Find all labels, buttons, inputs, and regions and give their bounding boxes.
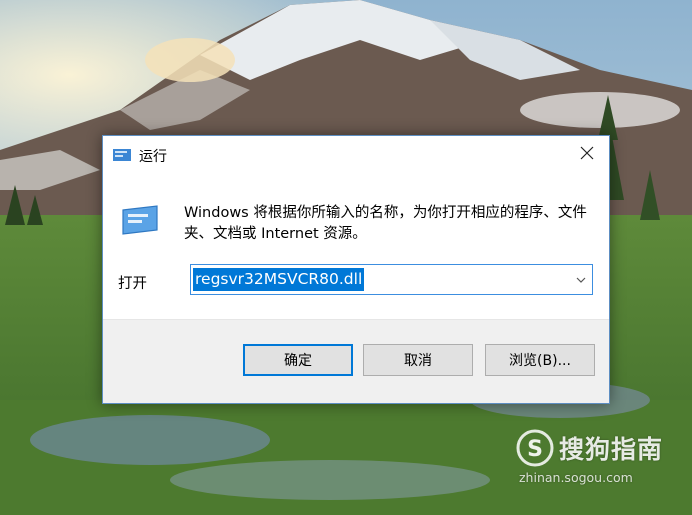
browse-button[interactable]: 浏览(B)... — [485, 344, 595, 376]
dropdown-arrow-icon — [576, 277, 586, 283]
command-combobox[interactable]: regsvr32MSVCR80.dll — [190, 264, 593, 295]
run-app-icon — [113, 149, 131, 161]
open-label: 打开 — [118, 276, 147, 292]
sogou-logo-icon: S — [516, 429, 554, 467]
close-icon — [580, 146, 594, 160]
ok-button[interactable]: 确定 — [243, 344, 353, 376]
button-bar: 确定 取消 浏览(B)... — [103, 319, 609, 403]
title-bar[interactable]: 运行 — [103, 136, 609, 172]
watermark: S 搜狗指南 zhinan.sogou.com — [515, 428, 685, 488]
cancel-button[interactable]: 取消 — [363, 344, 473, 376]
dropdown-button[interactable] — [570, 265, 592, 294]
svg-text:S: S — [527, 437, 543, 462]
watermark-brand: 搜狗指南 — [559, 435, 664, 464]
close-button[interactable] — [565, 136, 609, 170]
dialog-title: 运行 — [139, 149, 167, 165]
watermark-url: zhinan.sogou.com — [519, 470, 633, 485]
run-dialog: 运行 Windows 将根据你所输入的名称，为你打开相应的程序、文件夹、文档或 … — [102, 135, 610, 404]
run-app-icon — [122, 205, 158, 235]
dialog-description: Windows 将根据你所输入的名称，为你打开相应的程序、文件夹、文档或 Int… — [184, 205, 587, 242]
command-input[interactable]: regsvr32MSVCR80.dll — [193, 268, 365, 291]
